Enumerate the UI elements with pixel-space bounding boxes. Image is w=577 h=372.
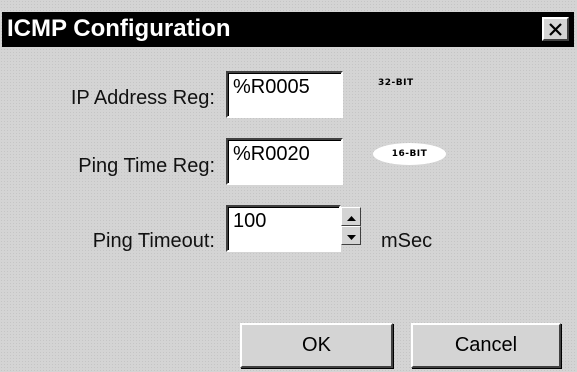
ping-timeout-unit: mSec bbox=[381, 230, 433, 252]
spin-down-button[interactable] bbox=[341, 226, 361, 245]
arrow-down-icon bbox=[346, 227, 356, 245]
ping-timeout-spinner bbox=[341, 207, 361, 245]
ok-button[interactable]: OK bbox=[240, 323, 393, 368]
arrow-up-icon bbox=[346, 208, 356, 226]
close-icon bbox=[548, 22, 563, 37]
ping-time-reg-input[interactable]: %R0020 bbox=[226, 138, 343, 185]
cancel-button[interactable]: Cancel bbox=[411, 323, 561, 368]
ping-timeout-label: Ping Timeout: bbox=[92, 230, 215, 252]
dialog-title: ICMP Configuration bbox=[7, 15, 231, 42]
close-button[interactable] bbox=[542, 17, 569, 41]
ping-timeout-input[interactable]: 100 bbox=[226, 205, 341, 252]
ip-address-reg-label: IP Address Reg: bbox=[70, 87, 215, 109]
title-bar: ICMP Configuration bbox=[2, 12, 574, 47]
spin-up-button[interactable] bbox=[341, 207, 361, 226]
icmp-configuration-dialog: ICMP Configuration IP Address Reg: %R000… bbox=[0, 0, 577, 372]
ip-address-bit-badge: 32-BIT bbox=[378, 78, 414, 88]
ping-time-bit-badge: 16-BIT bbox=[391, 149, 428, 159]
ping-time-reg-label: Ping Time Reg: bbox=[78, 155, 215, 177]
ping-time-bit-badge-oval: 16-BIT bbox=[373, 143, 446, 165]
ip-address-reg-input[interactable]: %R0005 bbox=[226, 71, 343, 118]
